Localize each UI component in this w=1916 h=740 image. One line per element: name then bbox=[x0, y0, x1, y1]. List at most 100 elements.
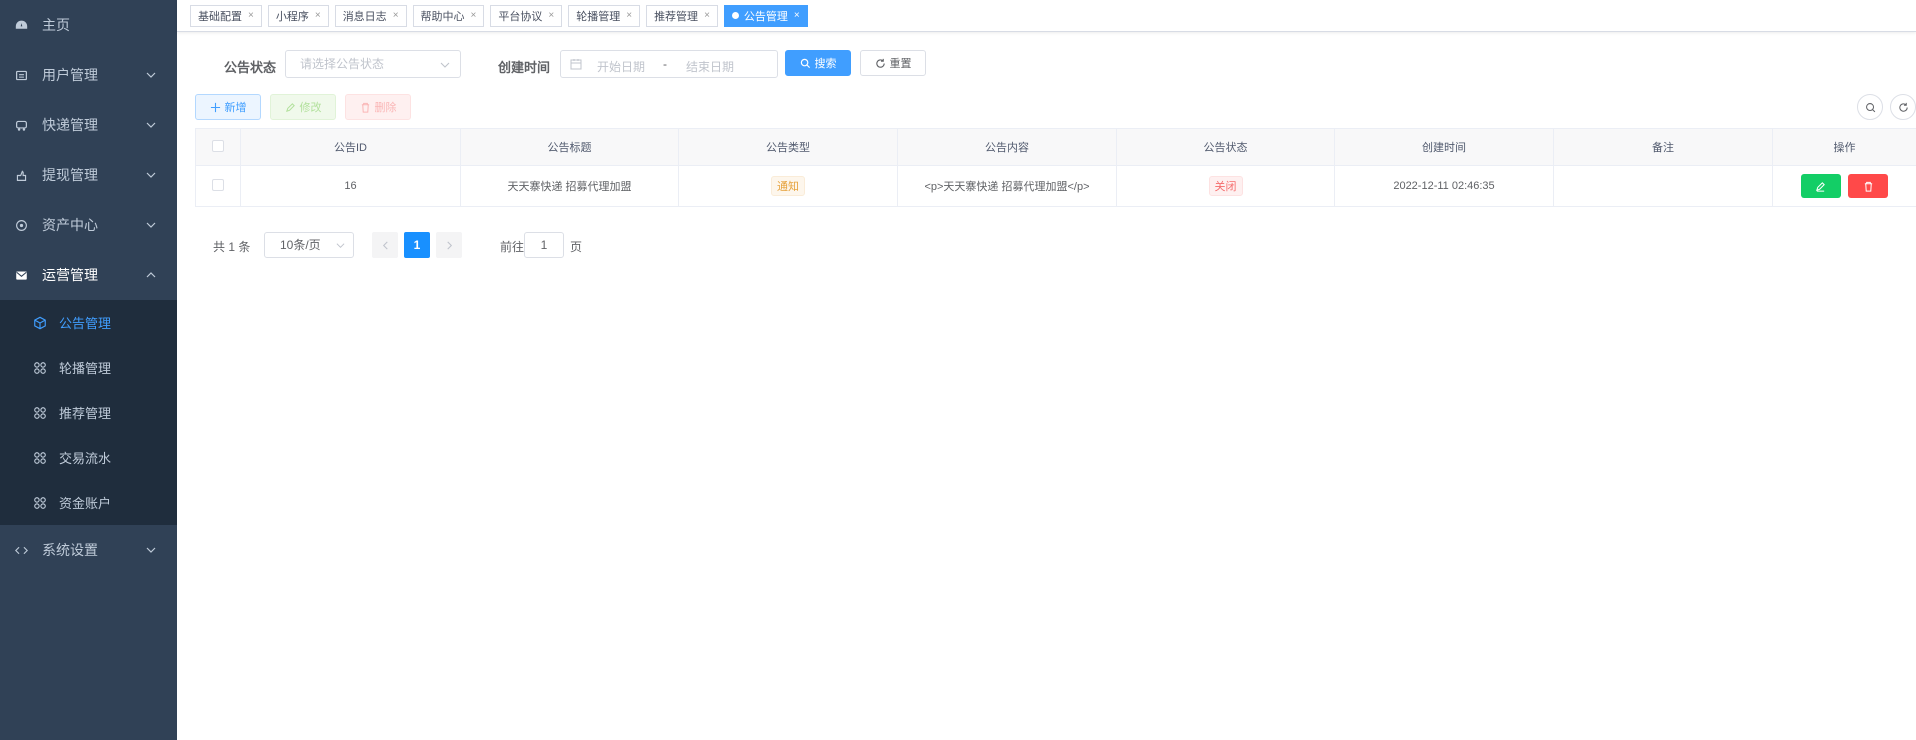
tag-label: 基础配置 bbox=[198, 10, 242, 23]
edit-button[interactable]: 修改 bbox=[270, 94, 336, 120]
select-all-checkbox[interactable] bbox=[212, 139, 224, 152]
plus-icon bbox=[210, 102, 220, 112]
end-date-input[interactable]: 结束日期 bbox=[686, 58, 734, 75]
cell-type: 通知 bbox=[678, 165, 898, 207]
sidebar-item-announcements[interactable]: 公告管理 bbox=[0, 300, 177, 345]
select-all-cell[interactable] bbox=[195, 128, 241, 166]
car-icon bbox=[14, 118, 28, 132]
tag-basic-config[interactable]: 基础配置 × bbox=[190, 4, 262, 27]
edit-icon bbox=[1816, 181, 1826, 192]
row-checkbox[interactable] bbox=[212, 178, 224, 191]
sidebar-item-label: 系统设置 bbox=[42, 542, 98, 558]
row-select-cell[interactable] bbox=[195, 165, 241, 207]
sidebar-item-home[interactable]: 主页 bbox=[0, 0, 177, 50]
column-header: 公告状态 bbox=[1116, 128, 1335, 166]
chevron-up-icon bbox=[146, 272, 156, 278]
asset-icon bbox=[14, 218, 28, 232]
search-button[interactable]: 搜索 bbox=[785, 50, 851, 76]
close-icon[interactable]: × bbox=[794, 10, 800, 21]
close-icon[interactable]: × bbox=[704, 10, 710, 21]
sidebar-item-recommend[interactable]: 推荐管理 bbox=[0, 390, 177, 435]
search-icon bbox=[1865, 102, 1875, 112]
sidebar-item-withdraw[interactable]: 提现管理 bbox=[0, 150, 177, 200]
tag-mini-program[interactable]: 小程序 × bbox=[267, 4, 329, 27]
tag-help-center[interactable]: 帮助中心 × bbox=[412, 4, 485, 27]
page-size-select[interactable]: 10条/页 bbox=[264, 232, 354, 258]
column-header: 公告类型 bbox=[678, 128, 898, 166]
next-page-button[interactable] bbox=[436, 232, 462, 258]
page-number-1[interactable]: 1 bbox=[404, 232, 430, 258]
sidebar-item-label: 提现管理 bbox=[42, 167, 98, 183]
sidebar-item-label: 轮播管理 bbox=[59, 361, 112, 376]
date-range-picker[interactable]: 开始日期 - 结束日期 bbox=[560, 50, 778, 78]
status-label: 公告状态 bbox=[224, 60, 277, 75]
sidebar-item-settings[interactable]: 系统设置 bbox=[0, 525, 177, 575]
page-size-value: 10条/页 bbox=[280, 238, 321, 252]
close-icon[interactable]: × bbox=[248, 10, 254, 21]
tag-platform-agreement[interactable]: 平台协议 × bbox=[490, 4, 563, 27]
sidebar-item-express[interactable]: 快递管理 bbox=[0, 100, 177, 150]
sidebar-item-operations[interactable]: 运营管理 bbox=[0, 250, 177, 300]
sidebar-item-label: 交易流水 bbox=[59, 451, 112, 466]
chevron-down-icon bbox=[146, 122, 156, 128]
tag-recommend[interactable]: 推荐管理 × bbox=[646, 4, 718, 27]
tag-label: 轮播管理 bbox=[576, 10, 621, 23]
column-header: 操作 bbox=[1772, 128, 1916, 166]
sidebar-item-transactions[interactable]: 交易流水 bbox=[0, 435, 177, 480]
sidebar-item-label: 公告管理 bbox=[59, 316, 112, 331]
tag-announcements[interactable]: 公告管理 × bbox=[723, 4, 808, 27]
chevron-down-icon bbox=[146, 72, 156, 78]
goto-label: 前往 bbox=[500, 240, 525, 254]
cell-status: 关闭 bbox=[1116, 165, 1335, 207]
table-header-row: 公告ID 公告标题 公告类型 公告内容 公告状态 创建时间 备注 操作 bbox=[195, 128, 1916, 166]
sidebar-item-assets[interactable]: 资产中心 bbox=[0, 200, 177, 250]
toggle-search-button[interactable] bbox=[1857, 94, 1883, 120]
tag-message-log[interactable]: 消息日志 × bbox=[334, 4, 407, 27]
search-button-label: 搜索 bbox=[814, 58, 837, 70]
reset-button[interactable]: 重置 bbox=[860, 50, 926, 76]
tag-carousel[interactable]: 轮播管理 × bbox=[568, 4, 641, 27]
calendar-icon bbox=[570, 59, 582, 70]
sidebar-item-label: 用户管理 bbox=[42, 67, 98, 83]
page-word: 页 bbox=[570, 240, 583, 254]
main-content: 基础配置 × 小程序 × 消息日志 × 帮助中心 × 平台协议 × 轮播管理 × 推荐管理 ×… bbox=[177, 0, 1916, 740]
add-button[interactable]: 新增 bbox=[195, 94, 261, 120]
search-form: 公告状态 请选择公告状态 创建时间 开始日期 - 结束日期 搜索 重置 bbox=[177, 50, 1916, 80]
search-icon bbox=[800, 58, 810, 68]
tag-label: 小程序 bbox=[275, 10, 309, 23]
close-icon[interactable]: × bbox=[393, 10, 399, 21]
column-header: 公告标题 bbox=[460, 128, 679, 166]
row-edit-button[interactable] bbox=[1800, 174, 1841, 198]
close-icon[interactable]: × bbox=[626, 10, 632, 21]
cell-actions bbox=[1772, 165, 1916, 207]
prev-page-button[interactable] bbox=[372, 232, 398, 258]
withdraw-icon bbox=[14, 168, 28, 182]
trash-icon bbox=[1864, 181, 1872, 192]
sidebar-item-carousel[interactable]: 轮播管理 bbox=[0, 345, 177, 390]
range-separator: - bbox=[663, 57, 667, 71]
announcement-table: 公告ID 公告标题 公告类型 公告内容 公告状态 创建时间 备注 操作 16 天… bbox=[195, 128, 1916, 207]
active-dot-icon bbox=[731, 12, 739, 19]
sidebar-item-funds[interactable]: 资金账户 bbox=[0, 480, 177, 525]
close-icon[interactable]: × bbox=[471, 10, 477, 21]
refresh-icon bbox=[1898, 102, 1908, 112]
sidebar-item-label: 快递管理 bbox=[42, 117, 98, 133]
pagination-total: 共 1 条 bbox=[213, 240, 251, 254]
close-icon[interactable]: × bbox=[315, 10, 321, 21]
add-button-label: 新增 bbox=[224, 102, 247, 114]
refresh-button[interactable] bbox=[1890, 94, 1916, 120]
chevron-down-icon bbox=[146, 172, 156, 178]
row-delete-button[interactable] bbox=[1848, 174, 1889, 198]
start-date-input[interactable]: 开始日期 bbox=[597, 58, 645, 75]
goto-page-input[interactable]: 1 bbox=[524, 232, 564, 258]
edit-icon bbox=[285, 102, 295, 112]
delete-button[interactable]: 删除 bbox=[345, 94, 411, 120]
grid-icon bbox=[33, 406, 47, 420]
cell-created: 2022-12-11 02:46:35 bbox=[1334, 165, 1554, 207]
close-icon[interactable]: × bbox=[548, 10, 554, 21]
sidebar-item-users[interactable]: 用户管理 bbox=[0, 50, 177, 100]
status-select[interactable]: 请选择公告状态 bbox=[285, 50, 461, 78]
chevron-down-icon bbox=[440, 62, 450, 68]
chevron-down-icon bbox=[146, 222, 156, 228]
pagination: 共 1 条 10条/页 1 前往 1 页 bbox=[213, 232, 813, 258]
